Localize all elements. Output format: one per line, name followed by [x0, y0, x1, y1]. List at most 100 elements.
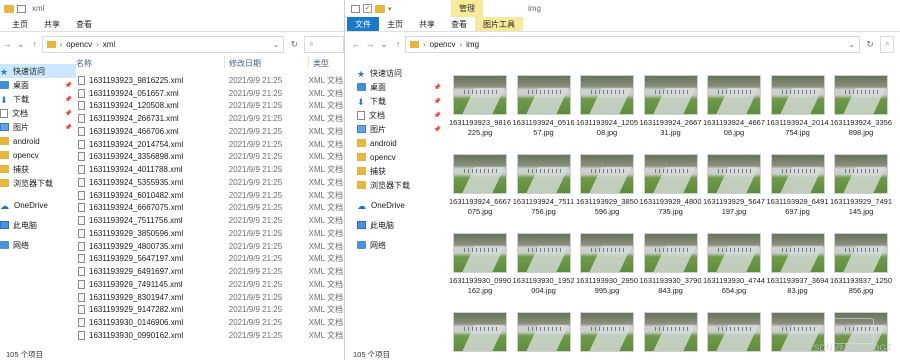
- back-arrow-icon[interactable]: ←: [349, 39, 363, 49]
- chevron-down-icon[interactable]: ⌄: [377, 39, 391, 50]
- nav-item[interactable]: 浏览器下载: [0, 176, 76, 190]
- chevron-down-icon[interactable]: ▾: [388, 5, 392, 13]
- tab-file[interactable]: 文件: [347, 17, 379, 31]
- nav-item[interactable]: 桌面 📌: [353, 80, 445, 94]
- chevron-right-icon[interactable]: ›: [60, 40, 63, 49]
- nav-item[interactable]: 网络: [0, 238, 76, 252]
- image-thumbnail[interactable]: [707, 154, 761, 194]
- properties-icon[interactable]: [351, 4, 360, 13]
- context-tab-manage[interactable]: 管理: [451, 0, 483, 17]
- chevron-right-icon[interactable]: ›: [96, 40, 99, 49]
- breadcrumb-opencv[interactable]: opencv: [66, 40, 92, 49]
- file-row[interactable]: 1631193924_051657.xml 2021/9/9 21:25 XML 文…: [78, 87, 343, 100]
- file-row[interactable]: 1631193923_9816225.xml 2021/9/9 21:25 XML …: [78, 74, 343, 87]
- nav-item[interactable]: android: [353, 136, 445, 150]
- image-thumbnail[interactable]: [834, 75, 888, 115]
- file-row[interactable]: 1631193924_6010482.xml 2021/9/9 21:25 XML …: [78, 189, 343, 202]
- tab-home[interactable]: 主页: [379, 17, 411, 31]
- column-header-date[interactable]: 修改日期: [229, 58, 261, 69]
- image-thumbnail[interactable]: [516, 75, 571, 115]
- address-bar[interactable]: › opencv › img ⌄: [405, 35, 860, 53]
- image-thumbnail[interactable]: [580, 75, 634, 115]
- nav-item[interactable]: 捕获: [353, 164, 445, 178]
- image-thumbnail[interactable]: [453, 154, 507, 194]
- image-thumbnail[interactable]: [770, 154, 825, 194]
- search-input[interactable]: ⌕: [304, 35, 344, 53]
- image-thumbnail[interactable]: [834, 233, 888, 273]
- image-thumbnail[interactable]: [707, 233, 761, 273]
- nav-item[interactable]: ⬇ 下载 📌: [353, 94, 445, 108]
- nav-item[interactable]: ⬇ 下载 📌: [0, 92, 76, 106]
- image-thumbnail[interactable]: [834, 154, 888, 194]
- nav-item[interactable]: 桌面 📌: [0, 78, 76, 92]
- forward-arrow-icon[interactable]: →: [363, 39, 377, 49]
- pin-icon[interactable]: 📌: [65, 82, 72, 89]
- file-row[interactable]: 1631193924_120508.xml 2021/9/9 21:25 XML 文…: [78, 100, 343, 113]
- breadcrumb-img[interactable]: img: [466, 40, 479, 49]
- image-thumbnail[interactable]: [643, 75, 698, 115]
- nav-item[interactable]: 文档 📌: [353, 108, 445, 122]
- nav-item[interactable]: ☁ OneDrive: [0, 198, 76, 212]
- nav-item[interactable]: 文档 📌: [0, 106, 76, 120]
- pin-icon[interactable]: 📌: [65, 110, 72, 117]
- column-header-name[interactable]: 名称: [76, 58, 92, 69]
- nav-item[interactable]: opencv: [0, 148, 76, 162]
- forward-arrow-icon[interactable]: →: [0, 39, 14, 49]
- breadcrumb-opencv[interactable]: opencv: [430, 40, 456, 49]
- file-row[interactable]: 1631193929_7491145.xml 2021/9/9 21:25 XML …: [78, 278, 343, 291]
- file-row[interactable]: 1631193929_8301947.xml 2021/9/9 21:25 XML …: [78, 291, 343, 304]
- file-row[interactable]: 1631193929_9147282.xml 2021/9/9 21:25 XML …: [78, 304, 343, 317]
- refresh-icon[interactable]: ↻: [284, 39, 304, 50]
- file-row[interactable]: 1631193929_3850596.xml 2021/9/9 21:25 XML …: [78, 227, 343, 240]
- search-input[interactable]: ⌕: [880, 35, 894, 53]
- pin-icon[interactable]: 📌: [434, 84, 441, 91]
- nav-item[interactable]: 图片 📌: [0, 120, 76, 134]
- tab-share[interactable]: 共享: [411, 17, 443, 31]
- column-header-type[interactable]: 类型: [313, 58, 329, 69]
- nav-item[interactable]: ★ 快速访问: [353, 66, 445, 80]
- file-row[interactable]: 1631193930_0990162.xml 2021/9/9 21:25 XML …: [78, 329, 343, 342]
- tab-share[interactable]: 共享: [36, 17, 68, 31]
- pin-icon[interactable]: 📌: [434, 98, 441, 105]
- chevron-right-icon[interactable]: ›: [423, 40, 426, 49]
- image-thumbnail[interactable]: [516, 154, 571, 194]
- chevron-down-icon[interactable]: ⌄: [273, 40, 280, 49]
- file-row[interactable]: 1631193930_0146906.xml 2021/9/9 21:25 XML …: [78, 316, 343, 329]
- file-row[interactable]: 1631193929_4800735.xml 2021/9/9 21:25 XML …: [78, 240, 343, 253]
- file-row[interactable]: 1631193924_5355935.xml 2021/9/9 21:25 XML …: [78, 176, 343, 189]
- address-bar[interactable]: › opencv › xml ⌄: [41, 35, 285, 53]
- pin-icon[interactable]: 📌: [434, 112, 441, 119]
- nav-item[interactable]: 图片 📌: [353, 122, 445, 136]
- nav-item[interactable]: 捕获: [0, 162, 76, 176]
- file-row[interactable]: 1631193924_466706.xml 2021/9/9 21:25 XML 文…: [78, 125, 343, 138]
- image-thumbnail[interactable]: [770, 233, 825, 273]
- properties-icon[interactable]: [17, 4, 26, 13]
- up-arrow-icon[interactable]: ↑: [28, 39, 42, 49]
- chevron-down-icon[interactable]: ⌄: [14, 39, 28, 50]
- nav-item[interactable]: 浏览器下载: [353, 178, 445, 192]
- file-row[interactable]: 1631193924_2014754.xml 2021/9/9 21:25 XML …: [78, 138, 343, 151]
- image-thumbnail[interactable]: [453, 233, 507, 273]
- nav-item[interactable]: ☁ OneDrive: [353, 198, 445, 212]
- image-thumbnail[interactable]: [453, 75, 507, 115]
- file-row[interactable]: 1631193929_5647197.xml 2021/9/9 21:25 XML …: [78, 253, 343, 266]
- tab-home[interactable]: 主页: [4, 17, 36, 31]
- breadcrumb-xml[interactable]: xml: [103, 40, 115, 49]
- column-divider[interactable]: [308, 56, 309, 68]
- tab-picture-tools[interactable]: 图片工具: [475, 17, 523, 31]
- file-row[interactable]: 1631193924_3356898.xml 2021/9/9 21:25 XML …: [78, 151, 343, 164]
- refresh-icon[interactable]: ↻: [860, 39, 880, 50]
- file-row[interactable]: 1631193924_7511756.xml 2021/9/9 21:25 XML …: [78, 214, 343, 227]
- file-row[interactable]: 1631193924_266731.xml 2021/9/9 21:25 XML 文…: [78, 112, 343, 125]
- nav-item[interactable]: 网络: [353, 238, 445, 252]
- file-row[interactable]: 1631193924_6667075.xml 2021/9/9 21:25 XML …: [78, 202, 343, 215]
- image-thumbnail[interactable]: [643, 233, 698, 273]
- nav-item[interactable]: 此电脑: [353, 218, 445, 232]
- pin-icon[interactable]: 📌: [434, 126, 441, 133]
- file-row[interactable]: 1631193924_4011788.xml 2021/9/9 21:25 XML …: [78, 163, 343, 176]
- image-thumbnail[interactable]: [516, 233, 571, 273]
- tab-view[interactable]: 查看: [443, 17, 475, 31]
- nav-item[interactable]: 此电脑: [0, 218, 76, 232]
- image-thumbnail[interactable]: [580, 233, 634, 273]
- chevron-down-icon[interactable]: ⌄: [848, 40, 855, 49]
